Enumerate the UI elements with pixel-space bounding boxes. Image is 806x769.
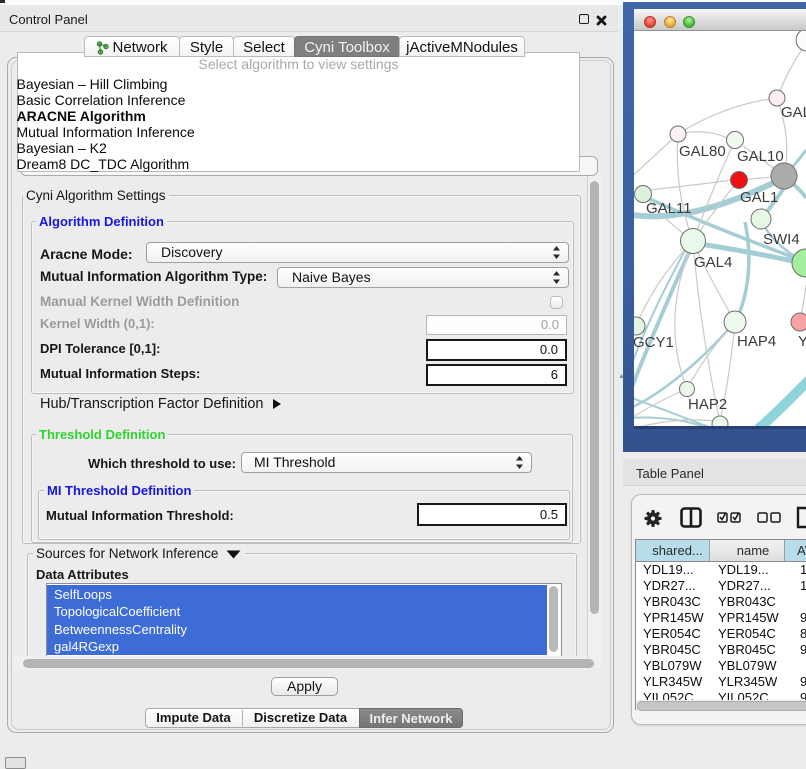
svg-text:GAL2: GAL2 <box>781 104 806 121</box>
svg-text:GAL10: GAL10 <box>737 148 784 165</box>
svg-text:SWI4: SWI4 <box>763 231 800 248</box>
svg-text:GAL4: GAL4 <box>694 254 732 271</box>
svg-text:HAP2: HAP2 <box>688 396 727 413</box>
svg-text:GAL80: GAL80 <box>679 143 726 160</box>
svg-text:YJ: YJ <box>798 333 806 350</box>
svg-text:GAL11: GAL11 <box>646 200 692 217</box>
svg-text:GAL1: GAL1 <box>740 189 778 206</box>
svg-text:HAP4: HAP4 <box>737 333 776 350</box>
svg-text:GCY1: GCY1 <box>634 334 674 351</box>
